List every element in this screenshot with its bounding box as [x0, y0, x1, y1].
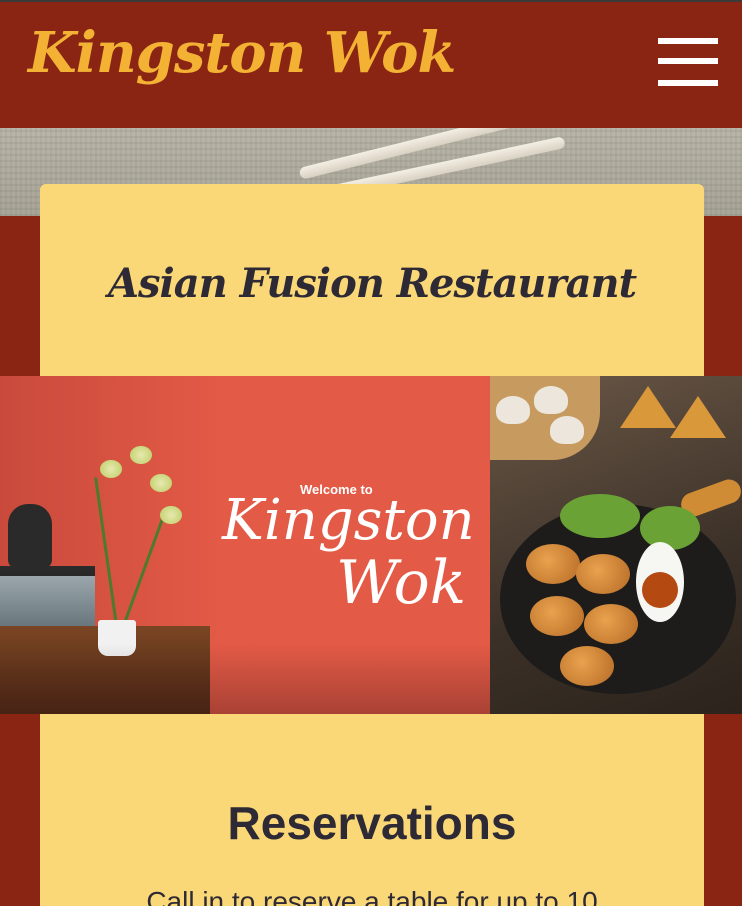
- display-fridge-glass: [0, 576, 95, 626]
- fried-shrimp: [526, 544, 580, 584]
- menu-bar: [658, 58, 718, 64]
- restaurant-tagline: Asian Fusion Restaurant: [107, 260, 637, 307]
- reservations-heading: Reservations: [227, 797, 517, 849]
- hamburger-menu-icon[interactable]: [658, 36, 718, 88]
- site-header: Kingston Wok: [0, 2, 742, 128]
- flower-pot: [98, 620, 136, 656]
- fried-shrimp: [530, 596, 584, 636]
- intro-card: Asian Fusion Restaurant: [40, 184, 704, 376]
- reservations-description: Call in to reserve a table for up to 10: [146, 886, 598, 906]
- menu-bar: [658, 80, 718, 86]
- fried-shrimp: [584, 604, 638, 644]
- lettuce-leaf: [640, 506, 700, 550]
- dipping-sauce: [642, 572, 678, 608]
- samosa: [670, 396, 726, 438]
- welcome-wok-text: Wok: [336, 548, 467, 618]
- banner-food-photo: [490, 376, 742, 714]
- orchid-stem: [94, 477, 118, 627]
- orchid-flower: [130, 446, 152, 464]
- orchid-flower: [100, 460, 122, 478]
- banner-left-panel: Welcome to Kingston Wok: [0, 376, 490, 714]
- lettuce-leaf: [560, 494, 640, 538]
- reservations-card: Reservations Call in to reserve a table …: [40, 714, 704, 906]
- dumpling: [496, 396, 530, 424]
- welcome-banner-image: Welcome to Kingston Wok: [0, 376, 742, 714]
- dumpling: [550, 416, 584, 444]
- orchid-flower: [150, 474, 172, 492]
- samosa: [620, 386, 676, 428]
- menu-bar: [658, 38, 718, 44]
- dumpling: [534, 386, 568, 414]
- welcome-kingston-text: Kingston: [222, 488, 475, 553]
- fried-shrimp: [560, 646, 614, 686]
- orchid-flower: [160, 506, 182, 524]
- brand-logo-link[interactable]: Kingston Wok: [28, 20, 456, 86]
- orchid-stem: [122, 512, 166, 627]
- fried-shrimp: [576, 554, 630, 594]
- lucky-cat-figure: [8, 504, 52, 568]
